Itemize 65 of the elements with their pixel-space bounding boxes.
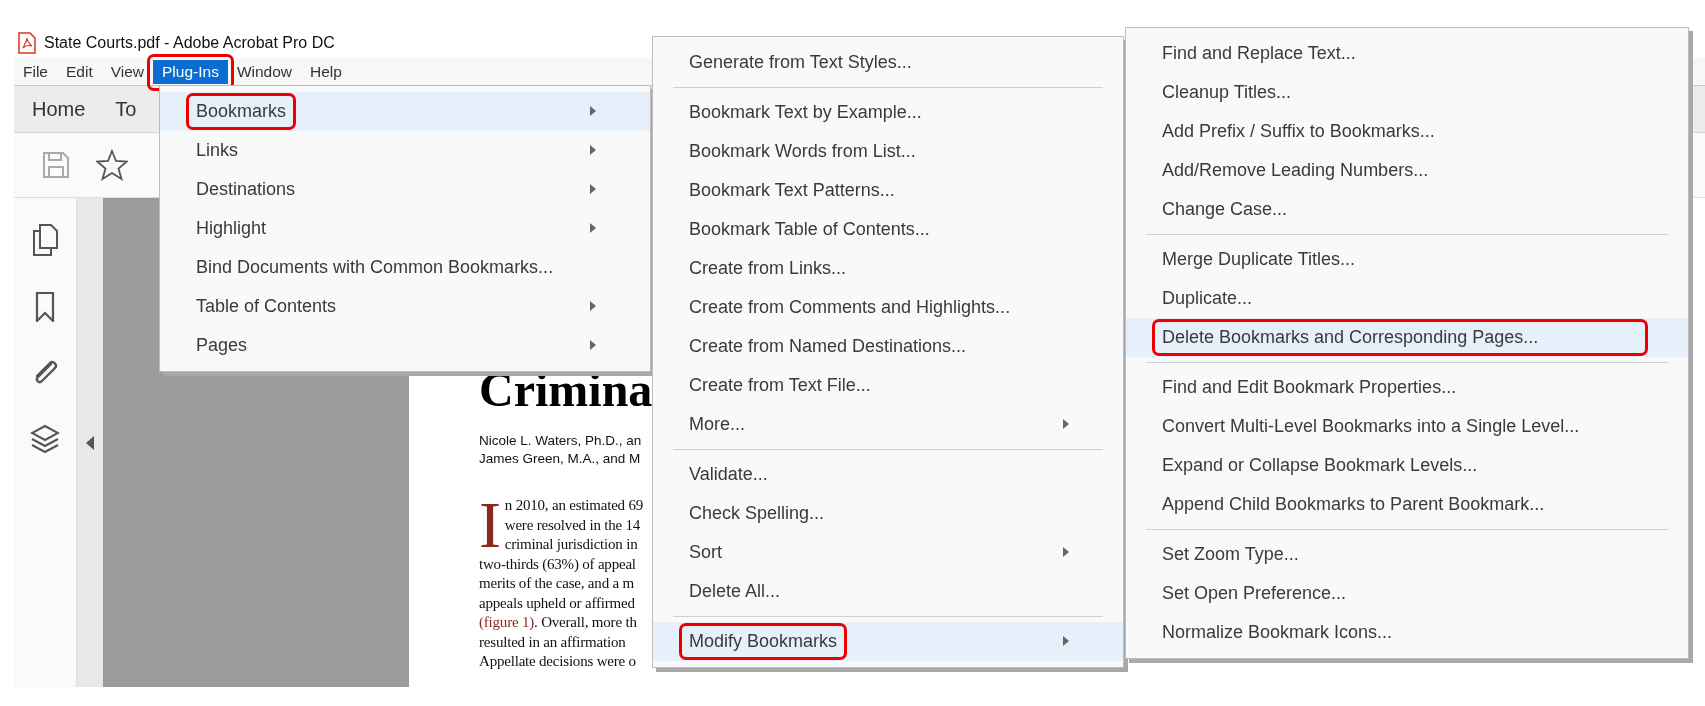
menu-item[interactable]: Convert Multi-Level Bookmarks into a Single Level... — [1126, 407, 1688, 446]
bookmark-icon — [35, 292, 55, 322]
menu-item[interactable]: Duplicate... — [1126, 279, 1688, 318]
author-line: James Green, M.A., and M — [479, 450, 641, 468]
menu-item[interactable]: Bookmarks — [160, 92, 650, 131]
menu-item[interactable]: Delete Bookmarks and Corresponding Pages... — [1126, 318, 1688, 357]
menu-item[interactable]: Merge Duplicate Titles... — [1126, 240, 1688, 279]
document-heading: Crimina — [479, 362, 653, 418]
menu-item[interactable]: Find and Replace Text... — [1126, 34, 1688, 73]
menu[interactable]: Edit — [57, 59, 102, 84]
window-title: State Courts.pdf - Adobe Acrobat Pro DC — [44, 33, 335, 52]
paragraph-line: appeals upheld or affirmed — [479, 593, 635, 613]
pdf-file-icon — [18, 31, 36, 54]
menu[interactable]: Window — [227, 59, 302, 84]
paragraph-line: criminal jurisdiction in — [504, 535, 638, 554]
author-line: Nicole L. Waters, Ph.D., an — [479, 432, 642, 450]
menu-item[interactable]: Destinations — [160, 170, 650, 209]
menu-item[interactable]: Change Case... — [1126, 190, 1688, 229]
collapse-arrow-icon — [86, 435, 94, 450]
star-icon — [96, 149, 128, 181]
paragraph-line: two-thirds (63%) of appeal — [479, 554, 636, 574]
tab[interactable]: To — [115, 97, 137, 121]
menu-item[interactable]: Links — [160, 131, 650, 170]
menu-item[interactable]: Generate from Text Styles... — [653, 43, 1123, 82]
menu-item[interactable]: Create from Named Destinations... — [653, 327, 1123, 366]
save-icon — [42, 151, 70, 179]
pages-icon — [32, 224, 58, 256]
menu-item[interactable]: Set Open Preference... — [1126, 574, 1688, 613]
menu-item[interactable]: Highlight — [160, 209, 650, 248]
menu-item[interactable]: Create from Text File... — [653, 366, 1123, 405]
menu-item[interactable]: Find and Edit Bookmark Properties... — [1126, 368, 1688, 407]
menu-item[interactable]: Bookmark Text Patterns... — [653, 171, 1123, 210]
menu-item[interactable]: Table of Contents — [160, 287, 650, 326]
menu-item[interactable]: Sort — [653, 533, 1123, 572]
paragraph-line: were resolved in the 14 — [504, 515, 641, 535]
tab[interactable]: Home — [32, 97, 86, 121]
paragraph-line: . Overall, more th — [534, 614, 637, 630]
paragraph-line: Appellate decisions were o — [479, 652, 636, 671]
menu-item[interactable]: Expand or Collapse Bookmark Levels... — [1126, 446, 1688, 485]
paragraph-line: merits of the case, and a m — [479, 574, 634, 593]
layers-icon — [30, 424, 60, 454]
menu-item[interactable]: Append Child Bookmarks to Parent Bookmark... — [1126, 485, 1688, 524]
menu-item[interactable]: Bind Documents with Common Bookmarks... — [160, 248, 650, 287]
menu-item[interactable]: More... — [653, 405, 1123, 444]
paragraph-line: resulted in an affirmation — [479, 632, 626, 652]
menu-item[interactable]: Bookmark Table of Contents... — [653, 210, 1123, 249]
menu-item[interactable]: Add Prefix / Suffix to Bookmarks... — [1126, 112, 1688, 151]
paragraph-line: n 2010, an estimated 69 — [504, 496, 644, 515]
menu-item[interactable]: Create from Comments and Highlights... — [653, 288, 1123, 327]
menu-item[interactable]: Pages — [160, 326, 650, 365]
menu-item[interactable]: Create from Links... — [653, 249, 1123, 288]
menu-item[interactable]: Normalize Bookmark Icons... — [1126, 613, 1688, 652]
menu[interactable]: Plug-Ins — [153, 59, 228, 84]
menu-item[interactable]: Validate... — [653, 455, 1123, 494]
menu[interactable]: File — [14, 59, 57, 84]
menu[interactable]: Help — [301, 59, 351, 84]
drop-cap: I — [479, 499, 501, 553]
menu-item[interactable]: Modify Bookmarks — [653, 622, 1123, 661]
menu-item[interactable]: Bookmark Text by Example... — [653, 93, 1123, 132]
menu-item[interactable]: Set Zoom Type... — [1126, 535, 1688, 574]
menu-item[interactable]: Bookmark Words from List... — [653, 132, 1123, 171]
menu-item[interactable]: Cleanup Titles... — [1126, 73, 1688, 112]
menu-item[interactable]: Add/Remove Leading Numbers... — [1126, 151, 1688, 190]
menu-item[interactable]: Check Spelling... — [653, 494, 1123, 533]
menu-item[interactable]: Delete All... — [653, 572, 1123, 611]
